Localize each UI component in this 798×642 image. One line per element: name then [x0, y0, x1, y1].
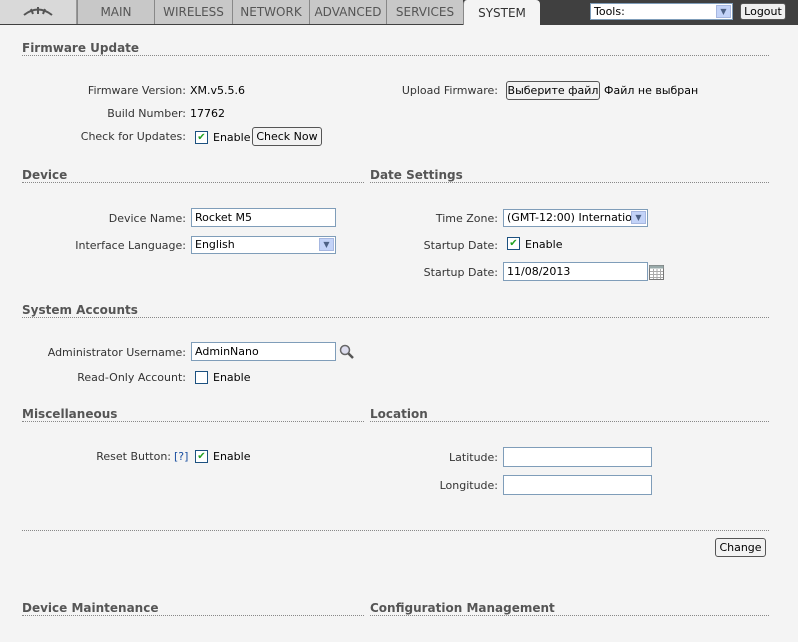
- device-section-title: Device: [22, 168, 68, 182]
- tools-select[interactable]: Tools: ▼: [590, 3, 733, 20]
- tab-network[interactable]: NETWORK: [232, 0, 309, 24]
- admin-username-label: Administrator Username:: [47, 346, 186, 359]
- firmware-section-title: Firmware Update: [22, 41, 140, 55]
- top-nav-bar: MAIN WIRELESS NETWORK ADVANCED SERVICES …: [0, 0, 798, 25]
- section-divider: [370, 182, 769, 183]
- check-updates-enable-label: Enable: [213, 131, 251, 144]
- time-zone-label: Time Zone:: [435, 212, 498, 225]
- startup-date-input[interactable]: 11/08/2013: [503, 262, 648, 281]
- location-section-title: Location: [370, 407, 428, 421]
- time-zone-value: (GMT-12:00) Internationa: [507, 211, 646, 224]
- interface-language-select[interactable]: English ▼: [191, 236, 336, 254]
- startup-date-label: Startup Date:: [423, 266, 498, 279]
- firmware-version-label: Firmware Version:: [87, 84, 186, 97]
- firmware-version-value: XM.v5.5.6: [190, 84, 246, 97]
- device-name-label: Device Name:: [108, 212, 186, 225]
- configuration-management-section-title: Configuration Management: [370, 601, 555, 615]
- no-file-chosen-text: Файл не выбран: [604, 84, 699, 97]
- system-accounts-section-title: System Accounts: [22, 303, 138, 317]
- startup-date-enable-text: Enable: [525, 238, 563, 251]
- section-divider: [22, 182, 364, 183]
- calendar-icon-shape: [649, 265, 664, 280]
- latitude-label: Latitude:: [449, 451, 498, 464]
- logout-button[interactable]: Logout: [740, 3, 786, 20]
- check-updates-label: Check for Updates:: [80, 130, 186, 143]
- reset-button-checkbox[interactable]: ✔: [195, 450, 208, 463]
- chevron-down-icon: ▼: [716, 5, 731, 18]
- tab-system[interactable]: SYSTEM: [463, 0, 540, 25]
- section-divider: [22, 615, 364, 616]
- device-name-input[interactable]: Rocket M5: [191, 208, 336, 227]
- choose-file-button[interactable]: Выберите файл: [506, 81, 600, 100]
- reset-button-label: Reset Button:: [96, 450, 171, 463]
- section-divider: [22, 421, 364, 422]
- interface-language-value: English: [195, 238, 235, 251]
- check-updates-checkbox[interactable]: ✔: [195, 131, 208, 144]
- calendar-icon[interactable]: [649, 265, 664, 280]
- build-number-value: 17762: [190, 107, 225, 120]
- longitude-input[interactable]: [503, 475, 652, 495]
- section-divider: [370, 615, 769, 616]
- longitude-label: Longitude:: [439, 479, 498, 492]
- ubiquiti-logo-icon[interactable]: [0, 0, 77, 24]
- time-zone-select[interactable]: (GMT-12:00) Internationa ▼: [503, 209, 648, 227]
- section-divider: [22, 55, 769, 56]
- build-number-label: Build Number:: [107, 107, 186, 120]
- tab-advanced[interactable]: ADVANCED: [309, 0, 386, 24]
- read-only-account-label: Read-Only Account:: [77, 371, 186, 384]
- tab-main[interactable]: MAIN: [77, 0, 154, 24]
- tab-wireless[interactable]: WIRELESS: [154, 0, 232, 24]
- reset-button-enable-text: Enable: [213, 450, 251, 463]
- change-button[interactable]: Change: [715, 538, 766, 557]
- chevron-down-icon: ▼: [319, 238, 334, 251]
- startup-date-checkbox[interactable]: ✔: [507, 237, 520, 250]
- reset-button-help-link[interactable]: [?]: [174, 450, 188, 463]
- date-settings-section-title: Date Settings: [370, 168, 463, 182]
- upload-firmware-label: Upload Firmware:: [401, 84, 498, 97]
- device-maintenance-section-title: Device Maintenance: [22, 601, 159, 615]
- interface-language-label: Interface Language:: [75, 239, 186, 252]
- admin-username-input[interactable]: AdminNano: [191, 342, 336, 361]
- read-only-account-checkbox[interactable]: [195, 371, 208, 384]
- check-now-button[interactable]: Check Now: [252, 127, 322, 146]
- section-divider: [22, 530, 769, 531]
- tab-services[interactable]: SERVICES: [386, 0, 463, 24]
- latitude-input[interactable]: [503, 447, 652, 467]
- miscellaneous-section-title: Miscellaneous: [22, 407, 118, 421]
- magnifier-icon[interactable]: [339, 344, 355, 360]
- logo-shape: [23, 7, 53, 16]
- read-only-enable-text: Enable: [213, 371, 251, 384]
- system-page: Firmware Update Firmware Version: XM.v5.…: [0, 25, 798, 642]
- section-divider: [370, 421, 769, 422]
- tools-select-value: Tools:: [594, 5, 625, 18]
- startup-date-enable-label: Startup Date:: [423, 239, 498, 252]
- section-divider: [22, 317, 769, 318]
- magnifier-icon-shape: [339, 344, 354, 359]
- chevron-down-icon: ▼: [631, 211, 646, 224]
